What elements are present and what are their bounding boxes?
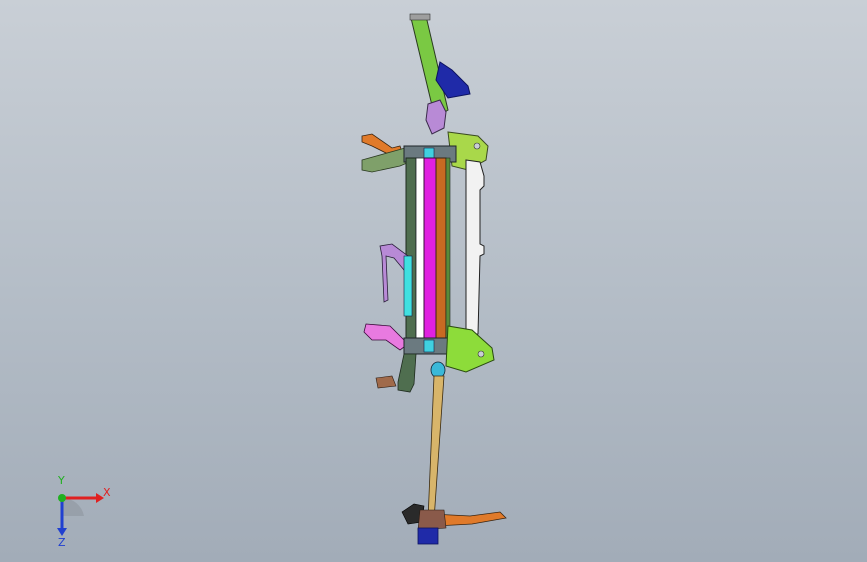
orange-rod[interactable] — [435, 157, 447, 349]
x-axis-label: X — [103, 486, 111, 499]
lower-left-pink-arm[interactable] — [363, 323, 409, 351]
bottom-blue-block[interactable] — [417, 527, 439, 545]
z-axis-label: Z — [58, 536, 66, 549]
cyan-rod[interactable] — [415, 157, 425, 349]
dark-green-rod[interactable] — [405, 157, 417, 349]
y-axis-dot — [58, 494, 66, 502]
left-link-cyan[interactable] — [403, 255, 413, 317]
bottom-brown-bracket[interactable] — [417, 509, 447, 531]
3d-model-viewport[interactable]: X Y Z — [0, 0, 867, 562]
white-side-panel[interactable] — [465, 159, 485, 337]
magenta-rod[interactable] — [423, 157, 437, 349]
lower-plate-hole — [477, 350, 485, 358]
lower-left-small-bracket[interactable] — [375, 375, 397, 389]
lower-right-plate[interactable] — [445, 325, 495, 373]
y-axis-label: Y — [58, 474, 65, 487]
upper-arm-cap[interactable] — [409, 13, 431, 21]
lavender-joint[interactable] — [425, 99, 447, 135]
bottom-crossbar-cyan[interactable] — [423, 339, 435, 353]
upper-plate-hole — [473, 142, 481, 150]
z-axis-head — [57, 528, 67, 536]
tan-lower-shaft[interactable] — [427, 375, 445, 521]
coordinate-triad: X Y Z — [40, 474, 120, 550]
assembly-model[interactable] — [0, 0, 867, 562]
thin-green-rod[interactable] — [445, 157, 451, 349]
lower-left-leg[interactable] — [397, 353, 417, 393]
